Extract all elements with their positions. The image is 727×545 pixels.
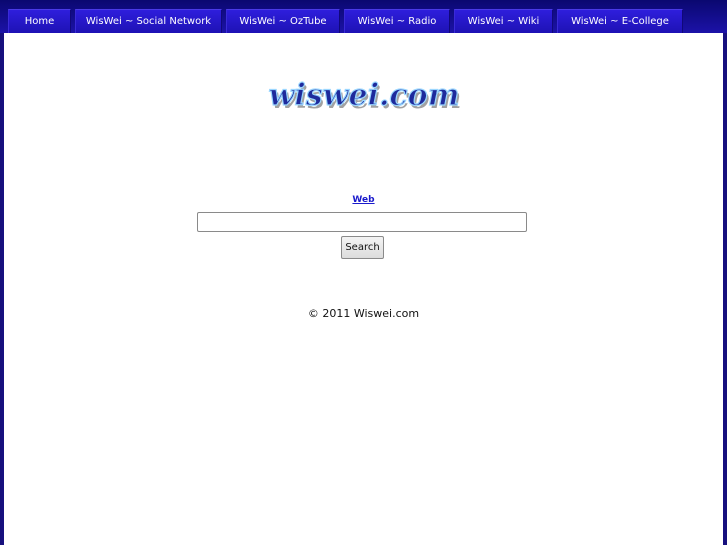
nav-item-social-network[interactable]: WisWei ~ Social Network (75, 9, 222, 33)
logo-image: wiswei.com wiswei.com (267, 79, 460, 116)
nav-item-oztube[interactable]: WisWei ~ OzTube (226, 9, 340, 33)
main-content: wiswei.com wiswei.com Web Search © 2011 … (4, 33, 723, 545)
top-nav: Home WisWei ~ Social Network WisWei ~ Oz… (0, 0, 727, 33)
nav-item-home[interactable]: Home (8, 9, 71, 33)
copyright-text: © 2011 Wiswei.com (307, 307, 420, 320)
search-tabs: Web (4, 195, 723, 205)
nav-item-wiki[interactable]: WisWei ~ Wiki (454, 9, 553, 33)
search-button[interactable]: Search (341, 236, 384, 259)
web-search-tab[interactable]: Web (352, 195, 374, 205)
nav-item-radio[interactable]: WisWei ~ Radio (344, 9, 450, 33)
nav-item-e-college[interactable]: WisWei ~ E-College (557, 9, 683, 33)
page-frame: Home WisWei ~ Social Network WisWei ~ Oz… (0, 0, 727, 545)
search-input[interactable] (197, 212, 527, 232)
logo-text: wiswei.com (268, 79, 459, 113)
site-logo: wiswei.com wiswei.com (4, 79, 723, 123)
